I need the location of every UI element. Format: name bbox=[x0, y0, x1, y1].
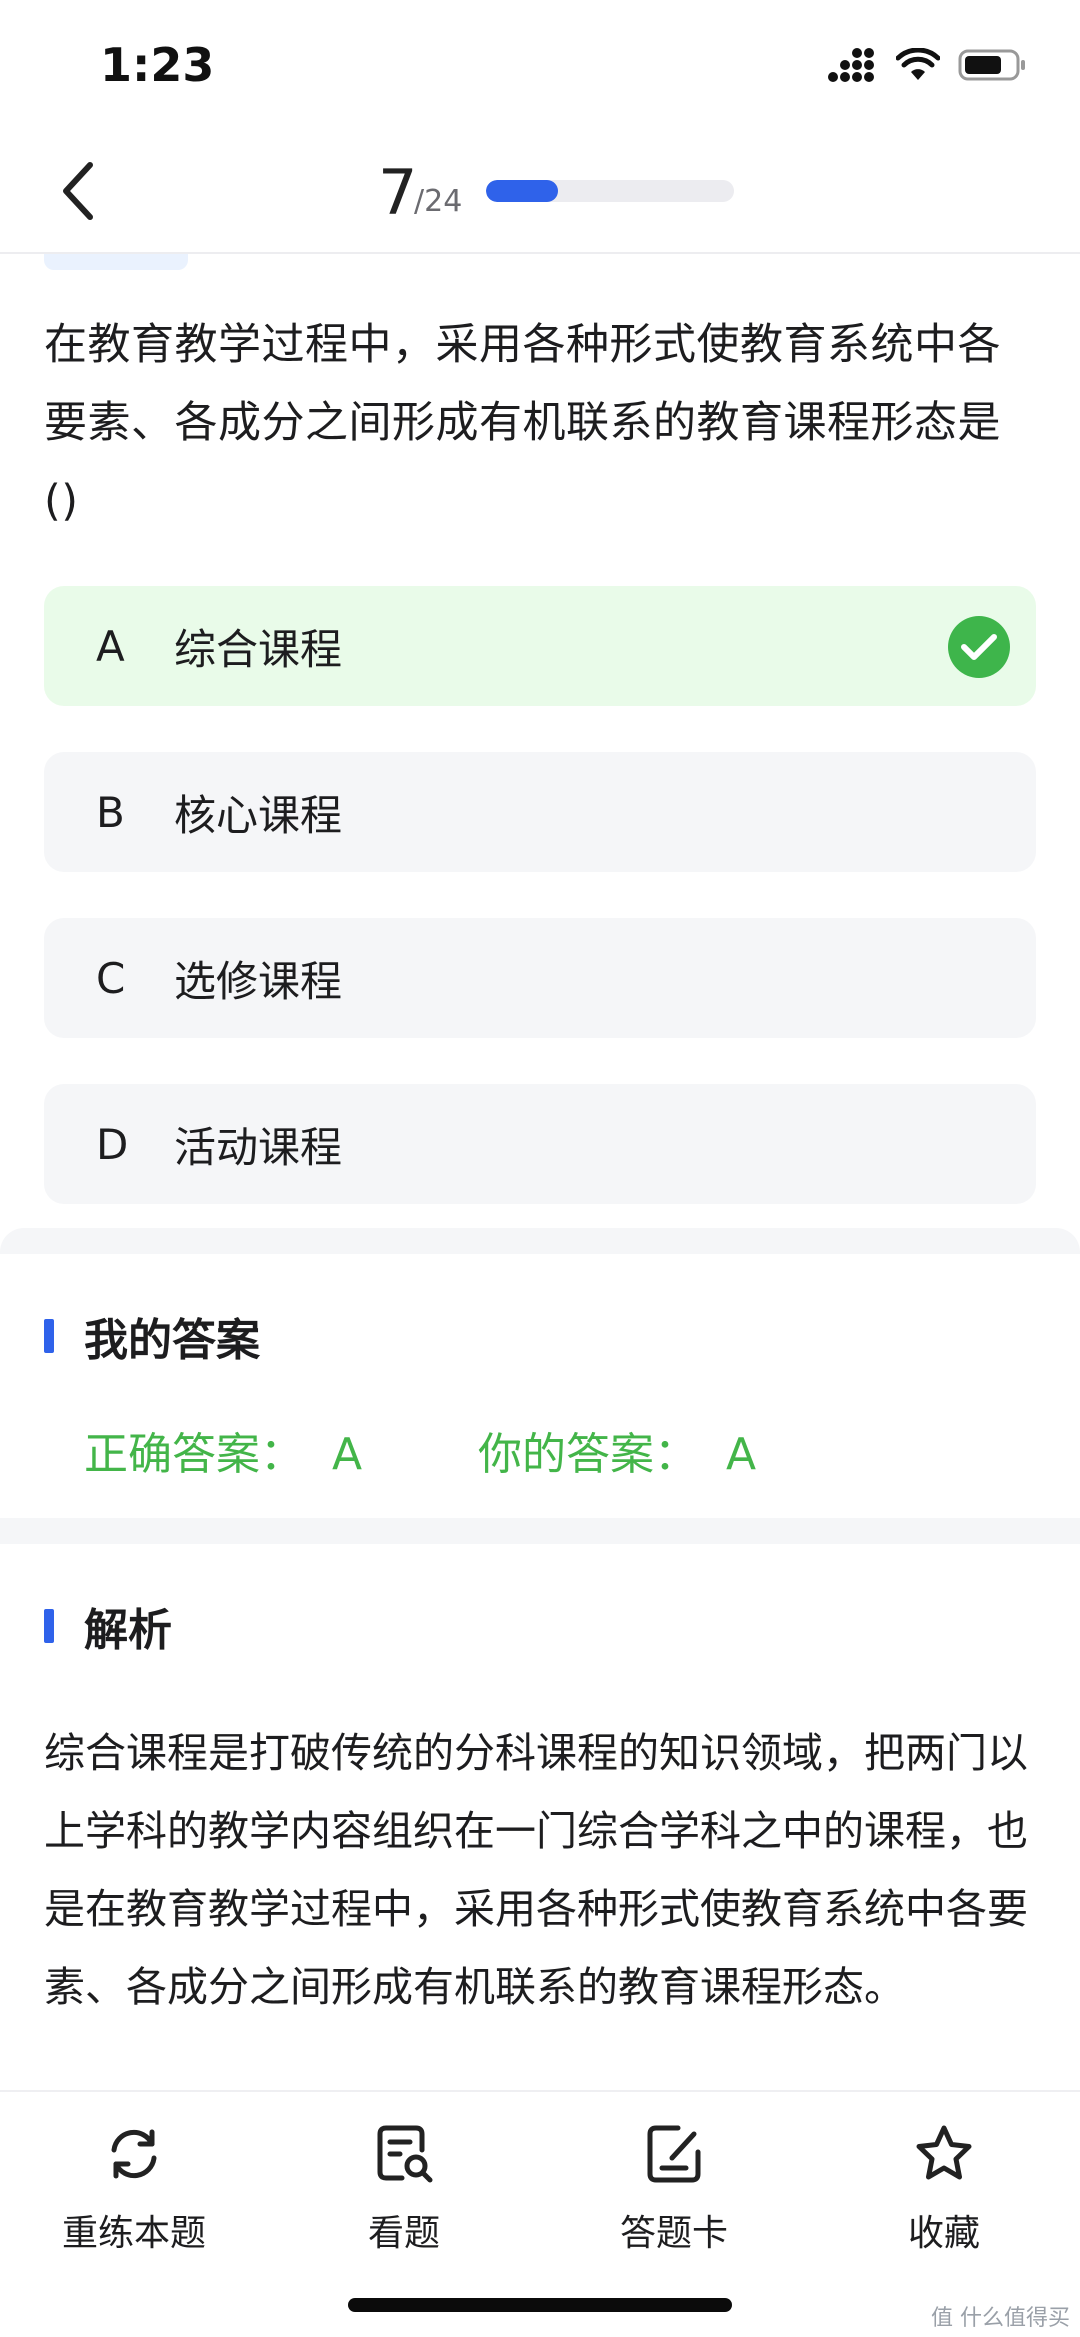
option-text: 选修课程 bbox=[174, 956, 343, 1006]
back-button[interactable] bbox=[46, 150, 110, 232]
favorite-label: 收藏 bbox=[907, 2213, 980, 2254]
progress-total: /24 bbox=[414, 184, 463, 219]
my-answer-title-text: 我的答案 bbox=[84, 1315, 260, 1366]
chevron-left-icon bbox=[63, 162, 93, 220]
wifi-icon bbox=[896, 48, 940, 80]
retry-button[interactable]: 重练本题 bbox=[24, 2118, 244, 2256]
my-answer-title: 我的答案 bbox=[44, 1304, 260, 1368]
option-c[interactable]: C 选修课程 bbox=[44, 918, 1036, 1038]
home-indicator bbox=[348, 2298, 732, 2312]
your-answer-value: A bbox=[726, 1429, 757, 1480]
your-answer: 你的答案： A bbox=[478, 1418, 756, 1482]
option-b[interactable]: B 核心课程 bbox=[44, 752, 1036, 872]
correct-answer-value: A bbox=[332, 1429, 363, 1480]
section-marker bbox=[44, 1609, 54, 1643]
star-icon bbox=[908, 2118, 980, 2190]
progress-current: 7 bbox=[378, 156, 418, 229]
option-text: 核心课程 bbox=[174, 790, 343, 840]
option-text: 活动课程 bbox=[174, 1122, 343, 1172]
question-type-tag bbox=[44, 254, 188, 270]
correct-answer-label: 正确答案： bbox=[84, 1429, 304, 1480]
option-letter: D bbox=[96, 1119, 129, 1169]
analysis-text: 综合课程是打破传统的分科课程的知识领域，把两门以上学科的教学内容组织在一门综合学… bbox=[44, 1729, 1028, 2011]
retry-label: 重练本题 bbox=[61, 2213, 206, 2254]
signal-icon bbox=[828, 48, 874, 82]
refresh-icon bbox=[98, 2118, 170, 2190]
view-question-label: 看题 bbox=[367, 2213, 440, 2254]
option-d[interactable]: D 活动课程 bbox=[44, 1084, 1036, 1204]
status-icons bbox=[828, 48, 1028, 82]
option-letter: B bbox=[96, 787, 125, 837]
progress-fill bbox=[486, 180, 559, 202]
answer-card-button[interactable]: 答题卡 bbox=[564, 2118, 784, 2256]
battery-icon bbox=[958, 49, 1025, 81]
view-question-button[interactable]: 看题 bbox=[294, 2118, 514, 2256]
question-text: 在教育教学过程中，采用各种形式使教育系统中各要素、各成分之间形成有机联系的教育课… bbox=[44, 320, 1001, 526]
document-search-icon bbox=[368, 2118, 440, 2190]
progress-bar bbox=[486, 180, 734, 202]
option-a[interactable]: A 综合课程 bbox=[44, 586, 1036, 706]
answer-card-label: 答题卡 bbox=[619, 2213, 728, 2254]
section-divider bbox=[0, 1518, 1080, 1544]
section-divider bbox=[0, 1228, 1080, 1254]
your-answer-label: 你的答案： bbox=[478, 1429, 698, 1480]
status-time: 1:23 bbox=[100, 38, 215, 92]
analysis-title: 解析 bbox=[44, 1594, 172, 1658]
check-icon bbox=[948, 616, 1010, 678]
option-letter: A bbox=[96, 621, 125, 671]
favorite-button[interactable]: 收藏 bbox=[834, 2118, 1054, 2256]
option-letter: C bbox=[96, 953, 126, 1003]
correct-answer: 正确答案： A bbox=[84, 1418, 362, 1482]
section-marker bbox=[44, 1319, 54, 1353]
option-text: 综合课程 bbox=[174, 624, 343, 674]
answer-card-icon bbox=[638, 2118, 710, 2190]
analysis-title-text: 解析 bbox=[84, 1605, 172, 1656]
watermark: 值 什么值得买 bbox=[931, 2306, 1070, 2331]
